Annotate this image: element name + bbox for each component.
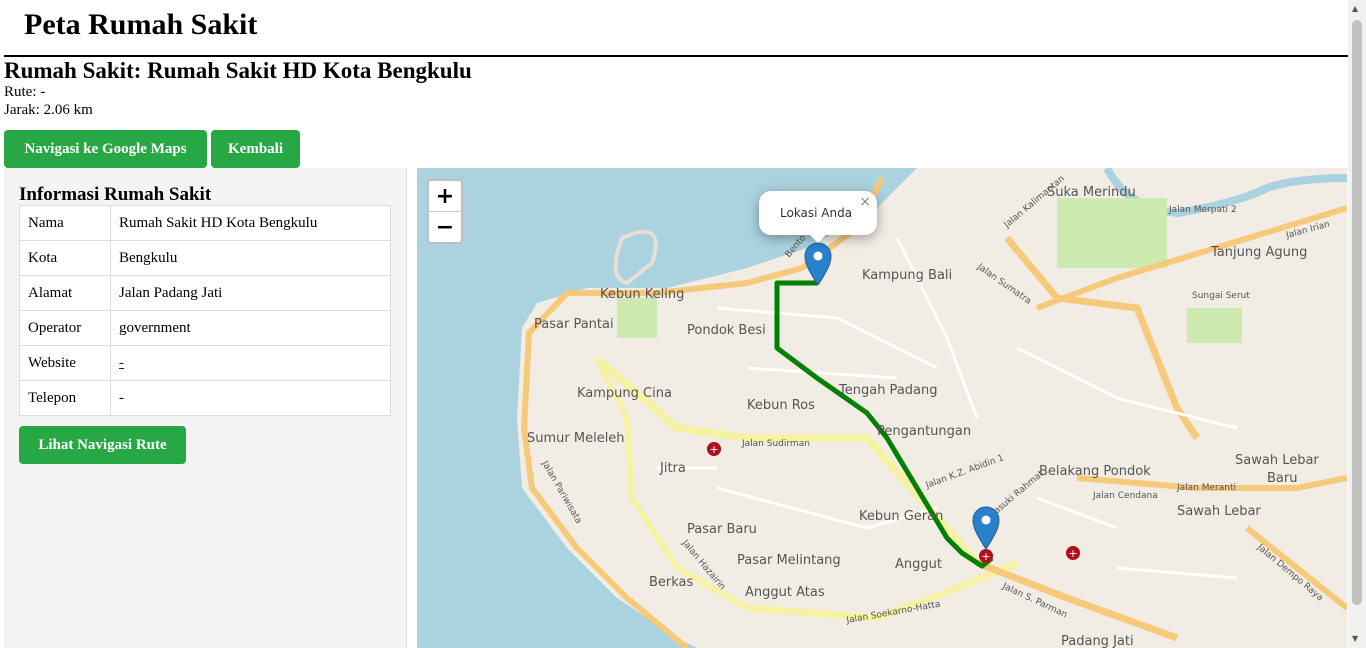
map-label: Pondok Besi bbox=[687, 323, 766, 338]
row-key: Nama bbox=[19, 205, 111, 241]
distance-text: Jarak: 2.06 km bbox=[4, 102, 93, 118]
popup-tip bbox=[809, 234, 827, 243]
map-label: Berkas bbox=[649, 575, 694, 590]
park-area bbox=[1057, 198, 1167, 268]
popup-text: Lokasi Anda bbox=[780, 206, 853, 220]
street-label: Jalan Sumatra bbox=[974, 262, 1032, 307]
map-label: Tengah Padang bbox=[838, 383, 938, 398]
info-table: Nama Rumah Sakit HD Kota Bengkulu Kota B… bbox=[19, 205, 391, 416]
map-label: Sawah Lebar bbox=[1235, 453, 1319, 468]
map-label: Kampung Bali bbox=[862, 268, 952, 283]
row-key: Operator bbox=[19, 310, 111, 346]
street-label: Jalan Merpati 2 bbox=[1168, 205, 1237, 215]
map-label: Pasar Baru bbox=[687, 522, 757, 537]
street-label: Jalan K.Z. Abidin 1 bbox=[924, 453, 1006, 491]
map-label: Pasar Melintang bbox=[737, 553, 841, 568]
zoom-control: + − bbox=[427, 179, 463, 244]
map-view[interactable]: Suka Merindu Tanjung Agung Kebun Keling … bbox=[417, 168, 1347, 648]
row-key: Alamat bbox=[19, 275, 111, 311]
street-label: Jalan Dempo Raya bbox=[1254, 542, 1324, 603]
zoom-in-button[interactable]: + bbox=[429, 181, 461, 212]
map-label: Belakang Pondok bbox=[1039, 464, 1151, 479]
table-row: Operator government bbox=[19, 310, 391, 346]
hospital-location-marker[interactable] bbox=[972, 506, 1000, 550]
table-row: Telepon - bbox=[19, 380, 391, 416]
map-label: Sawah Lebar bbox=[1177, 504, 1261, 519]
road-dempo bbox=[1245, 525, 1347, 611]
map-label: Suka Merindu bbox=[1047, 185, 1136, 200]
row-value: government bbox=[110, 310, 391, 346]
row-key: Website bbox=[19, 345, 111, 381]
park-area-3 bbox=[617, 298, 657, 338]
map-canvas[interactable]: Suka Merindu Tanjung Agung Kebun Keling … bbox=[417, 168, 1347, 648]
svg-text:+: + bbox=[709, 443, 718, 456]
table-row: Kota Bengkulu bbox=[19, 240, 391, 276]
hospital-icon[interactable]: + bbox=[1066, 546, 1080, 560]
map-label: Kebun Ros bbox=[747, 398, 815, 413]
street-label: Jalan Meranti bbox=[1176, 483, 1236, 493]
map-label: Kebun Keling bbox=[600, 287, 684, 302]
google-maps-button[interactable]: Navigasi ke Google Maps bbox=[4, 130, 207, 168]
row-key: Telepon bbox=[19, 380, 111, 416]
street-label: Jalan Pariwisata bbox=[539, 459, 583, 526]
scroll-down-icon[interactable]: ▼ bbox=[1352, 634, 1358, 643]
row-key: Kota bbox=[19, 240, 111, 276]
map-label: Anggut Atas bbox=[745, 585, 825, 600]
scroll-up-icon[interactable]: ▲ bbox=[1352, 4, 1358, 13]
table-row: Alamat Jalan Padang Jati bbox=[19, 275, 391, 311]
row-value: Jalan Padang Jati bbox=[110, 275, 391, 311]
hospital-heading: Rumah Sakit: Rumah Sakit HD Kota Bengkul… bbox=[4, 58, 472, 83]
location-popup: Lokasi Anda × bbox=[759, 191, 877, 243]
user-location-marker[interactable] bbox=[804, 242, 832, 286]
map-label: Anggut bbox=[895, 557, 942, 572]
scrollbar-thumb[interactable] bbox=[1352, 20, 1362, 605]
map-label: Sumur Meleleh bbox=[527, 431, 625, 446]
map-label: Jitra bbox=[659, 461, 686, 476]
svg-text:+: + bbox=[1068, 547, 1077, 560]
info-title: Informasi Rumah Sakit bbox=[19, 184, 212, 205]
street-label: Jalan Soekarno-Hatta bbox=[845, 600, 941, 627]
map-label: Padang Jati bbox=[1061, 634, 1134, 648]
street-label: Jalan Sudirman bbox=[741, 439, 810, 449]
table-row: Nama Rumah Sakit HD Kota Bengkulu bbox=[19, 205, 391, 241]
hospital-icon[interactable]: + bbox=[707, 442, 721, 456]
map-label: Kampung Cina bbox=[577, 386, 672, 401]
row-value: Bengkulu bbox=[110, 240, 391, 276]
svg-text:+: + bbox=[981, 550, 990, 563]
zoom-out-button[interactable]: − bbox=[429, 212, 461, 242]
map-label: Pasar Pantai bbox=[534, 317, 614, 332]
park-area-2 bbox=[1187, 308, 1242, 343]
street-label: Sungai Serut bbox=[1192, 291, 1250, 301]
row-value: Rumah Sakit HD Kota Bengkulu bbox=[110, 205, 391, 241]
back-button[interactable]: Kembali bbox=[211, 130, 300, 168]
page-scrollbar[interactable]: ▲ ▼ bbox=[1348, 0, 1366, 648]
table-row: Website - bbox=[19, 345, 391, 381]
row-value: - bbox=[110, 345, 391, 381]
map-label: Kebun Geran bbox=[859, 509, 943, 524]
close-icon[interactable]: × bbox=[859, 194, 871, 210]
map-label: Tanjung Agung bbox=[1210, 245, 1307, 260]
map-label: Baru bbox=[1267, 471, 1297, 486]
row-value: - bbox=[110, 380, 391, 416]
hospital-icon[interactable]: + bbox=[979, 549, 993, 563]
map-label: Pengantungan bbox=[877, 424, 971, 439]
website-link[interactable]: - bbox=[119, 355, 124, 371]
page-title: Peta Rumah Sakit bbox=[24, 8, 258, 41]
route-text: Rute: - bbox=[4, 84, 46, 100]
page-header: Peta Rumah Sakit bbox=[4, 0, 1348, 57]
road-parman bbox=[975, 559, 1179, 642]
info-sidebar: Informasi Rumah Sakit Nama Rumah Sakit H… bbox=[4, 168, 407, 648]
street-label: Jalan Cendana bbox=[1092, 491, 1158, 501]
route-navigation-button[interactable]: Lihat Navigasi Rute bbox=[19, 426, 186, 464]
